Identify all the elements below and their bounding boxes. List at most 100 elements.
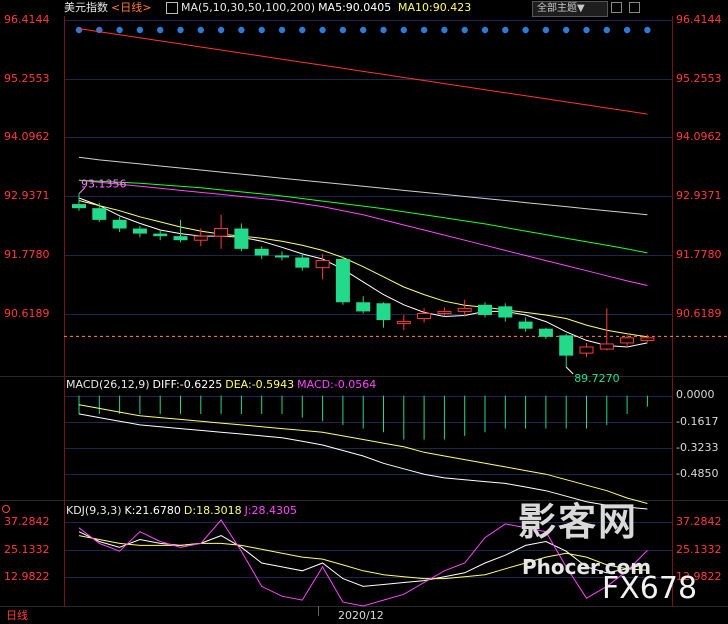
ma-header: MA(5,10,30,50,100,200) MA5:90.0405 [181, 1, 394, 15]
theme-select[interactable]: 全部主题▼ [532, 1, 608, 17]
candle-body-up [214, 228, 229, 237]
kdj-params: KDJ(9,3,3) [66, 504, 122, 517]
candle-body-down [234, 228, 249, 249]
event-marker-dot [623, 26, 631, 34]
event-marker-dot [157, 26, 164, 34]
event-marker-dot [136, 26, 144, 34]
candle-body-down [254, 248, 269, 256]
event-marker-dot [299, 26, 306, 34]
low-marker [565, 366, 574, 375]
macd-params: MACD(26,12,9) [66, 378, 150, 391]
macd-value: MACD:-0.0564 [297, 378, 377, 391]
candle-body-up [437, 310, 452, 314]
watermark-logo: 影客网 [518, 500, 639, 544]
chart-stage: 93.1356 89.7270 美元指数 <日线> MA(5,10,30,50,10… [0, 0, 728, 624]
main-header: 美元指数 <日线> [64, 1, 154, 15]
candle-body-down [153, 233, 168, 237]
price-tick-right: 96.4144 [676, 13, 722, 26]
candle-body-up [599, 343, 614, 350]
event-marker-dot [522, 26, 529, 34]
candle-body-down [72, 204, 86, 209]
candle-body-up [620, 337, 635, 344]
price-tick-left: 94.0962 [4, 130, 50, 143]
candle-body-up [417, 312, 432, 320]
date-axis-label: 2020/12 [338, 609, 384, 622]
event-marker-dot [258, 26, 265, 34]
dea-value: DEA:-0.5943 [225, 378, 295, 391]
candle-body-down [275, 255, 289, 258]
price-tick-left: 95.2553 [4, 72, 50, 85]
event-marker-dot [461, 26, 468, 34]
candle-body-down [559, 335, 574, 356]
period-tab[interactable]: 日线 [6, 609, 28, 622]
ma-params: MA(5,10,30,50,100,200) [181, 1, 316, 14]
candle-body-down [376, 303, 391, 321]
candle-body-up [396, 321, 411, 325]
candle-body-down [132, 228, 147, 234]
event-marker-dot [644, 26, 651, 34]
kdj-settings-icon[interactable] [2, 505, 10, 513]
kdj-tick-right: 37.2842 [676, 515, 722, 528]
price-tick-right: 94.0962 [676, 130, 722, 143]
event-marker-dot [75, 26, 83, 34]
macd-tick: -0.4850 [676, 467, 719, 480]
event-marker-dot [380, 26, 387, 34]
watermark-code: FX678 [602, 571, 698, 606]
dif-value: DIFF:-0.6225 [152, 378, 223, 391]
event-marker-dot [420, 26, 428, 34]
price-tick-left: 91.7780 [4, 248, 50, 261]
candle-body-down [173, 236, 188, 241]
event-marker-dot [339, 26, 347, 34]
event-marker-dot [319, 26, 326, 34]
candle-body-down [538, 328, 553, 337]
event-marker-dot [441, 26, 448, 34]
candle-body-down [295, 257, 310, 268]
candle-body-up [193, 235, 208, 241]
kdj-tick-left: 12.9822 [4, 570, 50, 583]
kdj-tick-right: 25.1332 [676, 543, 722, 556]
candle-body-down [112, 219, 127, 229]
ma10-line [78, 200, 648, 338]
ma200-line [78, 28, 648, 115]
low-price-label: 89.7270 [574, 372, 620, 385]
event-marker-dot [197, 26, 204, 34]
event-marker-dot [563, 26, 570, 34]
event-marker-dot [583, 26, 590, 34]
high-price-label: 93.1356 [81, 178, 127, 191]
event-marker-dot [603, 26, 610, 34]
event-marker-dot [400, 26, 407, 34]
kdj-header: KDJ(9,3,3) K:21.6780 D:18.3018 J:28.4305 [66, 504, 300, 518]
ma50-line [78, 179, 648, 254]
j-value: J:28.4305 [244, 504, 298, 517]
event-marker-dot [177, 26, 184, 34]
candle-body-down [92, 208, 107, 220]
price-tick-right: 90.6189 [676, 307, 722, 320]
price-tick-right: 91.7780 [676, 248, 722, 261]
macd-tick: 0.0000 [676, 388, 715, 401]
event-marker-dot [278, 26, 286, 34]
ma5-value: MA5:90.0405 [318, 1, 392, 14]
candle-body-up [579, 346, 594, 354]
ma10-value: MA10:90.423 [398, 1, 472, 14]
period-selector[interactable]: <日线> [111, 1, 151, 14]
candle-body-up [640, 337, 655, 341]
event-marker-dot [238, 26, 245, 34]
event-marker-dot [542, 26, 550, 34]
macd-tick: -0.3233 [676, 441, 719, 454]
price-tick-right: 92.9371 [676, 189, 722, 202]
settings-icon[interactable] [611, 2, 622, 13]
ma30-line [78, 179, 648, 286]
candle-body-up [315, 260, 330, 269]
macd-tick: -0.1617 [676, 415, 719, 428]
candle-body-down [478, 304, 492, 315]
event-marker-dot [360, 26, 367, 34]
close-icon[interactable] [629, 2, 640, 13]
kdj-tick-left: 37.2842 [4, 515, 50, 528]
event-marker-dot [481, 26, 489, 34]
price-tick-left: 92.9371 [4, 189, 50, 202]
price-tick-right: 95.2553 [676, 72, 722, 85]
expand-icon[interactable] [166, 2, 178, 14]
d-value: D:18.3018 [183, 504, 242, 517]
k-value: K:21.6780 [124, 504, 181, 517]
kdj-tick-left: 25.1332 [4, 543, 50, 556]
